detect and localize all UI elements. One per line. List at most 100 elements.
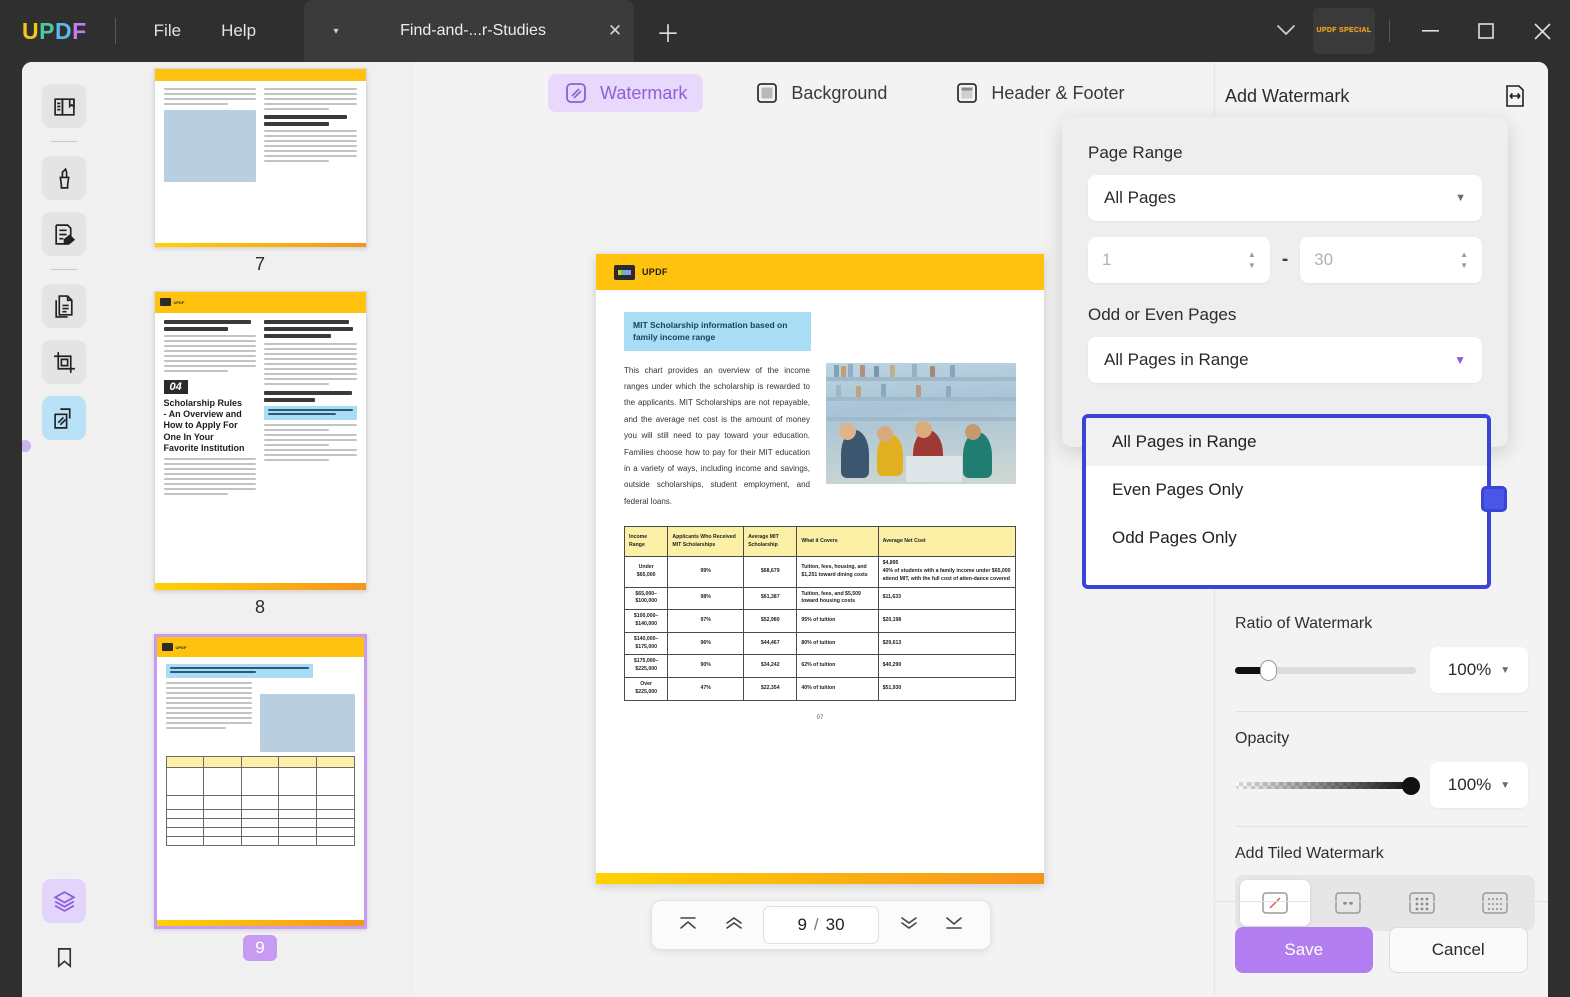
cell-covers: Tuition, fees, and $5,509 toward housing…	[796, 586, 879, 611]
rail-drag-handle[interactable]	[22, 440, 31, 452]
new-tab-icon[interactable]: ＋	[656, 14, 680, 49]
first-page-icon[interactable]	[672, 915, 704, 936]
panel-divider-2	[1235, 826, 1528, 827]
highlight-marker	[1481, 486, 1507, 512]
page-photo	[826, 362, 1016, 484]
range-from-input[interactable]: 1 ▲ ▼	[1088, 237, 1270, 283]
sidebar-item-reader[interactable]	[42, 84, 86, 128]
maximize-icon[interactable]	[1458, 0, 1514, 62]
tool-rail	[22, 62, 106, 997]
opacity-label: Opacity	[1235, 730, 1290, 747]
odd-even-value: All Pages in Range	[1104, 350, 1249, 369]
thumbnail-number-9: 9	[243, 935, 277, 961]
cell-scholarship: $22,354	[743, 676, 798, 701]
fit-width-icon[interactable]	[1504, 84, 1526, 113]
dropdown-option-all-pages-in-range[interactable]: All Pages in Range	[1086, 418, 1487, 466]
sidebar-item-batch[interactable]	[42, 879, 86, 923]
ratio-value-select[interactable]: 100% ▼	[1430, 647, 1528, 693]
table-body: Under $65,000 99% $68,679 Tuition, fees, ho…	[623, 556, 1017, 701]
menu-file[interactable]: File	[134, 15, 201, 47]
page-range-select[interactable]: All Pages ▼	[1088, 175, 1482, 221]
page-paragraph: This chart provides an overview of the i…	[624, 365, 810, 506]
cell-applicants: 96%	[667, 631, 745, 656]
table-row: $175,000–$225,000 90% $34,242 62% of tuitio…	[623, 654, 1017, 678]
cell-scholarship: $44,467	[743, 631, 798, 656]
stepper-arrows-icon[interactable]: ▲ ▼	[1460, 250, 1468, 270]
close-icon[interactable]	[1514, 0, 1570, 62]
page-brand-label: UPDF	[642, 267, 668, 277]
range-dash: -	[1281, 249, 1289, 270]
page-range-row: 1 ▲ ▼ - 30 ▲ ▼	[1088, 237, 1483, 283]
page-number-input[interactable]: 9 / 30	[763, 906, 879, 944]
sidebar-item-annotate[interactable]	[42, 156, 86, 200]
rail-divider-1	[51, 141, 77, 142]
cancel-button[interactable]: Cancel	[1388, 926, 1528, 973]
sidebar-item-crop[interactable]	[42, 340, 86, 384]
cell-covers: 95% of tuition	[796, 609, 879, 633]
last-page-icon[interactable]	[938, 915, 970, 936]
cell-scholarship: $52,980	[743, 609, 798, 633]
tab-header-footer[interactable]: Header & Footer	[939, 74, 1140, 112]
cell-netcost: $51,930	[877, 676, 1017, 701]
tab-background[interactable]: Background	[739, 74, 903, 112]
tab-header-footer-label: Header & Footer	[991, 82, 1125, 103]
sidebar-item-bookmark[interactable]	[42, 935, 86, 979]
thumbnail-list: 7 UPDF 04 Scholarship Rules - An Overvie…	[106, 68, 414, 977]
titlebar-divider	[114, 18, 116, 44]
cell-applicants: 99%	[667, 556, 745, 588]
document-tab[interactable]: ▾ Find-and-...r-Studies ✕	[304, 0, 635, 62]
cell-income: $65,000–$100,000	[623, 586, 669, 611]
tab-close-icon[interactable]: ✕	[596, 21, 634, 41]
updf-window: U P D F File Help ▾ Find-and-...r-Studie…	[0, 0, 1570, 997]
table-row: $140,000–$175,000 96% $44,467 80% of tuitio…	[623, 631, 1017, 656]
document-page[interactable]: UPDF MIT Scholarship information based o…	[596, 254, 1044, 884]
mini-page-footer	[154, 583, 366, 590]
chevron-down-icon: ▼	[1500, 664, 1511, 676]
menu-help[interactable]: Help	[201, 15, 276, 47]
promo-badge-label: UPDF SPECIAL	[1316, 26, 1372, 34]
range-to-input[interactable]: 30 ▲ ▼	[1300, 237, 1483, 283]
table-row: Under $65,000 99% $68,679 Tuition, fees, ho…	[623, 556, 1017, 588]
opacity-slider-knob[interactable]	[1402, 776, 1420, 795]
odd-even-select[interactable]: All Pages in Range ▼	[1088, 337, 1482, 383]
current-page: 9	[797, 915, 807, 934]
thumbnail-page-9[interactable]: UPDF	[153, 634, 367, 929]
tiled-label: Add Tiled Watermark	[1235, 845, 1384, 862]
ratio-slider[interactable]	[1235, 659, 1416, 681]
next-page-icon[interactable]	[893, 915, 925, 936]
ratio-slider-knob[interactable]	[1260, 659, 1278, 681]
sidebar-item-edit-pdf[interactable]	[42, 212, 86, 256]
mini-page-footer	[154, 243, 366, 247]
cell-covers: Tuition, fees, housing, and $1,251 towar…	[796, 556, 879, 588]
background-icon	[755, 81, 779, 105]
mini-page-header: UPDF	[154, 292, 366, 313]
promo-badge-icon[interactable]: UPDF SPECIAL	[1313, 8, 1375, 54]
opacity-slider[interactable]	[1235, 776, 1420, 795]
prev-page-icon[interactable]	[718, 915, 750, 936]
thumbnail-pane[interactable]: 7 UPDF 04 Scholarship Rules - An Overvie…	[106, 62, 414, 997]
page-folio: 07	[816, 714, 824, 721]
table-row: Over $225,000 47% $22,354 40% of tuition $51…	[623, 676, 1017, 701]
scholarship-table: Income Range Applicants Who Received MIT…	[623, 526, 1017, 701]
odd-even-dropdown-list[interactable]: All Pages in Range Even Pages Only Odd P…	[1082, 414, 1491, 589]
tab-dropdown-icon[interactable]: ▾	[322, 26, 350, 37]
table-col-covers: What it Covers	[796, 526, 879, 558]
minimize-icon[interactable]	[1402, 0, 1458, 62]
tab-watermark[interactable]: Watermark	[548, 74, 704, 112]
dropdown-option-odd-pages-only[interactable]: Odd Pages Only	[1086, 514, 1487, 562]
cell-netcost: $20,198	[877, 609, 1017, 633]
save-button[interactable]: Save	[1235, 926, 1373, 973]
thumbnail-page-7[interactable]	[153, 68, 367, 248]
opacity-value-select[interactable]: 100% ▼	[1430, 762, 1528, 808]
stepper-arrows-icon[interactable]: ▲ ▼	[1248, 250, 1256, 270]
page-separator: /	[813, 915, 819, 934]
ratio-label: Ratio of Watermark	[1235, 615, 1373, 632]
dropdown-option-even-pages-only[interactable]: Even Pages Only	[1086, 466, 1487, 514]
sidebar-item-watermark[interactable]	[42, 396, 86, 440]
chevron-down-icon[interactable]	[1259, 23, 1313, 40]
cell-income: $100,000–$140,000	[623, 609, 669, 633]
sidebar-item-organize-pages[interactable]	[42, 284, 86, 328]
cell-income: Over $225,000	[623, 676, 669, 701]
thumbnail-page-8[interactable]: UPDF 04 Scholarship Rules - An Overview a…	[153, 291, 367, 591]
cell-applicants: 98%	[667, 586, 745, 611]
